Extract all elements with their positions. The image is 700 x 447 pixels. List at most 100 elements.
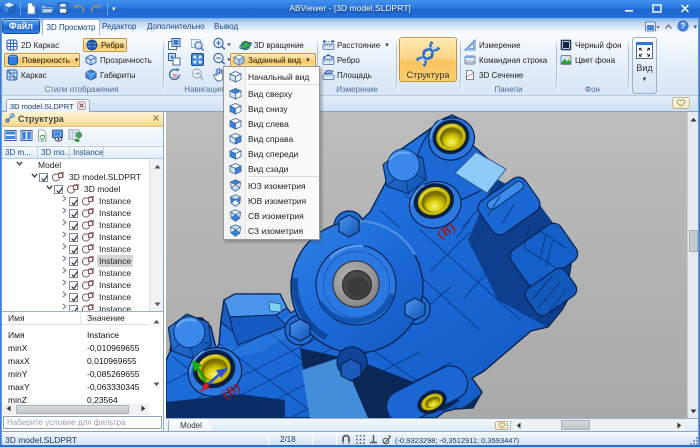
tree-expander-icon[interactable] xyxy=(60,291,69,303)
props-scroll-down-icon[interactable] xyxy=(149,377,163,391)
tree-checkbox[interactable] xyxy=(69,196,78,206)
distance-button[interactable]: Расстояние ▾ xyxy=(320,38,391,52)
props-hscroll-thumb[interactable] xyxy=(16,405,129,414)
properties-vertical-scrollbar[interactable] xyxy=(149,312,163,402)
edges-button[interactable]: Ребра xyxy=(83,38,127,52)
pan-views-icon[interactable] xyxy=(167,37,182,52)
tree-expander-icon[interactable] xyxy=(45,183,54,195)
menu-item-iso-nw[interactable]: СЗ изометрия xyxy=(225,223,319,238)
minimize-ribbon-chevron[interactable] xyxy=(664,23,673,32)
tree-label[interactable]: Instance xyxy=(97,255,134,267)
menu-item-cube-back[interactable]: Вид сзади xyxy=(225,161,319,176)
tree-label[interactable]: Instance xyxy=(97,267,133,279)
sheetbar-collapse-button[interactable] xyxy=(495,421,508,430)
tree-label[interactable]: Instance xyxy=(97,279,133,291)
transparency-button[interactable]: Прозрачность xyxy=(83,53,154,67)
tree-row-instance[interactable]: Instance xyxy=(2,231,149,243)
menu-item-cube-front[interactable]: Вид спереди xyxy=(225,146,319,161)
previous-view-icon[interactable] xyxy=(167,52,182,67)
tree-expander-icon[interactable] xyxy=(60,255,69,267)
command-line-button[interactable]: Командная строка xyxy=(462,53,549,67)
minimize-button[interactable] xyxy=(622,3,636,14)
tree-scroll-down-icon[interactable] xyxy=(150,297,164,311)
zoom-previous-icon[interactable] xyxy=(190,67,205,82)
structure-panel-close-icon[interactable] xyxy=(152,114,160,124)
tree-checkbox[interactable] xyxy=(39,172,48,182)
property-row-maxx[interactable]: maxX 0,010969655 xyxy=(2,354,163,367)
tree-expander-icon[interactable] xyxy=(60,267,69,279)
tree-label[interactable]: Instance xyxy=(97,291,133,303)
tree-label[interactable]: Instance xyxy=(97,303,133,311)
zoom-extents-icon[interactable] xyxy=(190,52,205,67)
tree-label[interactable]: 3D model.SLDPRT xyxy=(67,171,143,183)
column-header-3[interactable]: Instance xyxy=(70,147,104,158)
tab-editor[interactable]: Редактор xyxy=(98,19,140,35)
menu-item-cube-home[interactable]: Начальный вид xyxy=(225,69,319,84)
tree-label[interactable]: Instance xyxy=(97,243,133,255)
area-button[interactable]: Площадь xyxy=(320,68,374,82)
wireframe-2d-button[interactable]: 2D Каркас xyxy=(4,38,61,52)
structure-button[interactable]: Структура xyxy=(399,37,457,82)
menu-item-iso-sw[interactable]: ЮЗ изометрия xyxy=(225,178,319,193)
tree-row-model[interactable]: Model xyxy=(2,159,149,171)
zoom-in-icon[interactable] xyxy=(212,37,231,52)
props-scroll-up-icon[interactable] xyxy=(149,314,163,328)
tree-row-instance[interactable]: Instance xyxy=(2,267,149,279)
sheetbar-splitter[interactable] xyxy=(510,421,511,430)
tree-expander-icon[interactable] xyxy=(60,219,69,231)
tree-vertical-scrollbar[interactable] xyxy=(149,159,163,311)
document-tab[interactable]: 3D model.SLDPRT xyxy=(6,99,90,112)
export-structure-button[interactable] xyxy=(68,129,82,144)
help-button[interactable]: ? xyxy=(677,20,689,34)
tree-row-instance[interactable]: Instance xyxy=(2,255,149,267)
tree-row-instance[interactable]: Instance xyxy=(2,291,149,303)
rotate-35-icon[interactable]: 35 xyxy=(167,67,182,82)
filter-input[interactable]: Наберите условие для фильтра xyxy=(3,416,162,429)
tree-checkbox[interactable] xyxy=(54,184,63,194)
tree-checkbox[interactable] xyxy=(69,220,78,230)
background-color-button[interactable]: Цвет фона xyxy=(558,53,617,67)
hscroll-left-icon[interactable] xyxy=(516,422,521,431)
tree-checkbox[interactable] xyxy=(69,208,78,218)
tree-expander-icon[interactable] xyxy=(60,195,69,207)
tree-checkbox[interactable] xyxy=(69,256,78,266)
hscroll-thumb[interactable] xyxy=(561,420,590,430)
properties-horizontal-scrollbar[interactable] xyxy=(3,404,149,415)
tree-checkbox[interactable] xyxy=(69,232,78,242)
menu-item-cube-bottom[interactable]: Вид снизу xyxy=(225,101,319,116)
tree-row-instance[interactable]: Instance xyxy=(2,207,149,219)
tree-row-3d-model[interactable]: 3D model xyxy=(2,183,149,195)
tree-label[interactable]: Instance xyxy=(97,231,133,243)
property-row-miny[interactable]: minY -0,085269655 xyxy=(2,367,163,380)
help-dropdown[interactable]: ▾ xyxy=(693,23,697,31)
tree-expander-icon[interactable] xyxy=(60,279,69,291)
wireframe-button[interactable]: Каркас xyxy=(4,68,49,82)
tree-expander-icon[interactable] xyxy=(60,207,69,219)
selected-instance-face-2[interactable] xyxy=(268,301,282,313)
distance-dropdown-arrow[interactable]: ▾ xyxy=(385,41,389,49)
tree-row-instance[interactable]: Instance xyxy=(2,243,149,255)
named-view-dropdown-arrow[interactable]: ▾ xyxy=(306,56,310,64)
collapse-panel-button[interactable] xyxy=(672,97,690,109)
tree-expander-icon[interactable] xyxy=(15,159,24,171)
menu-item-iso-ne[interactable]: СВ изометрия xyxy=(225,208,319,223)
edge-button[interactable]: Ребро xyxy=(320,53,362,67)
view-dropdown-arrow[interactable]: ▼ xyxy=(642,77,648,83)
menu-item-cube-left[interactable]: Вид слева xyxy=(225,116,319,131)
tree-expander-icon[interactable] xyxy=(30,171,39,183)
tree-row-instance[interactable]: Instance xyxy=(2,219,149,231)
tree-checkbox[interactable] xyxy=(69,244,78,254)
zoom-window-icon[interactable] xyxy=(190,37,205,52)
viewport-vertical-scrollbar[interactable] xyxy=(687,112,698,418)
section-3d-button[interactable]: 3D Сечение xyxy=(462,68,525,82)
rotate-3d-button[interactable]: 3D вращение xyxy=(237,38,306,52)
menu-item-cube-right[interactable]: Вид справа xyxy=(225,131,319,146)
tree-label[interactable]: Instance xyxy=(97,207,133,219)
close-button[interactable] xyxy=(678,3,692,14)
tree-label[interactable]: Instance xyxy=(97,195,133,207)
menu-item-iso-se[interactable]: ЮВ изометрия xyxy=(225,193,319,208)
hscroll-right-icon[interactable] xyxy=(677,422,682,431)
columns-layout-button[interactable] xyxy=(20,129,33,144)
tab-3d-view[interactable]: 3D Просмотр xyxy=(42,19,100,35)
tree-label[interactable]: Instance xyxy=(97,219,133,231)
